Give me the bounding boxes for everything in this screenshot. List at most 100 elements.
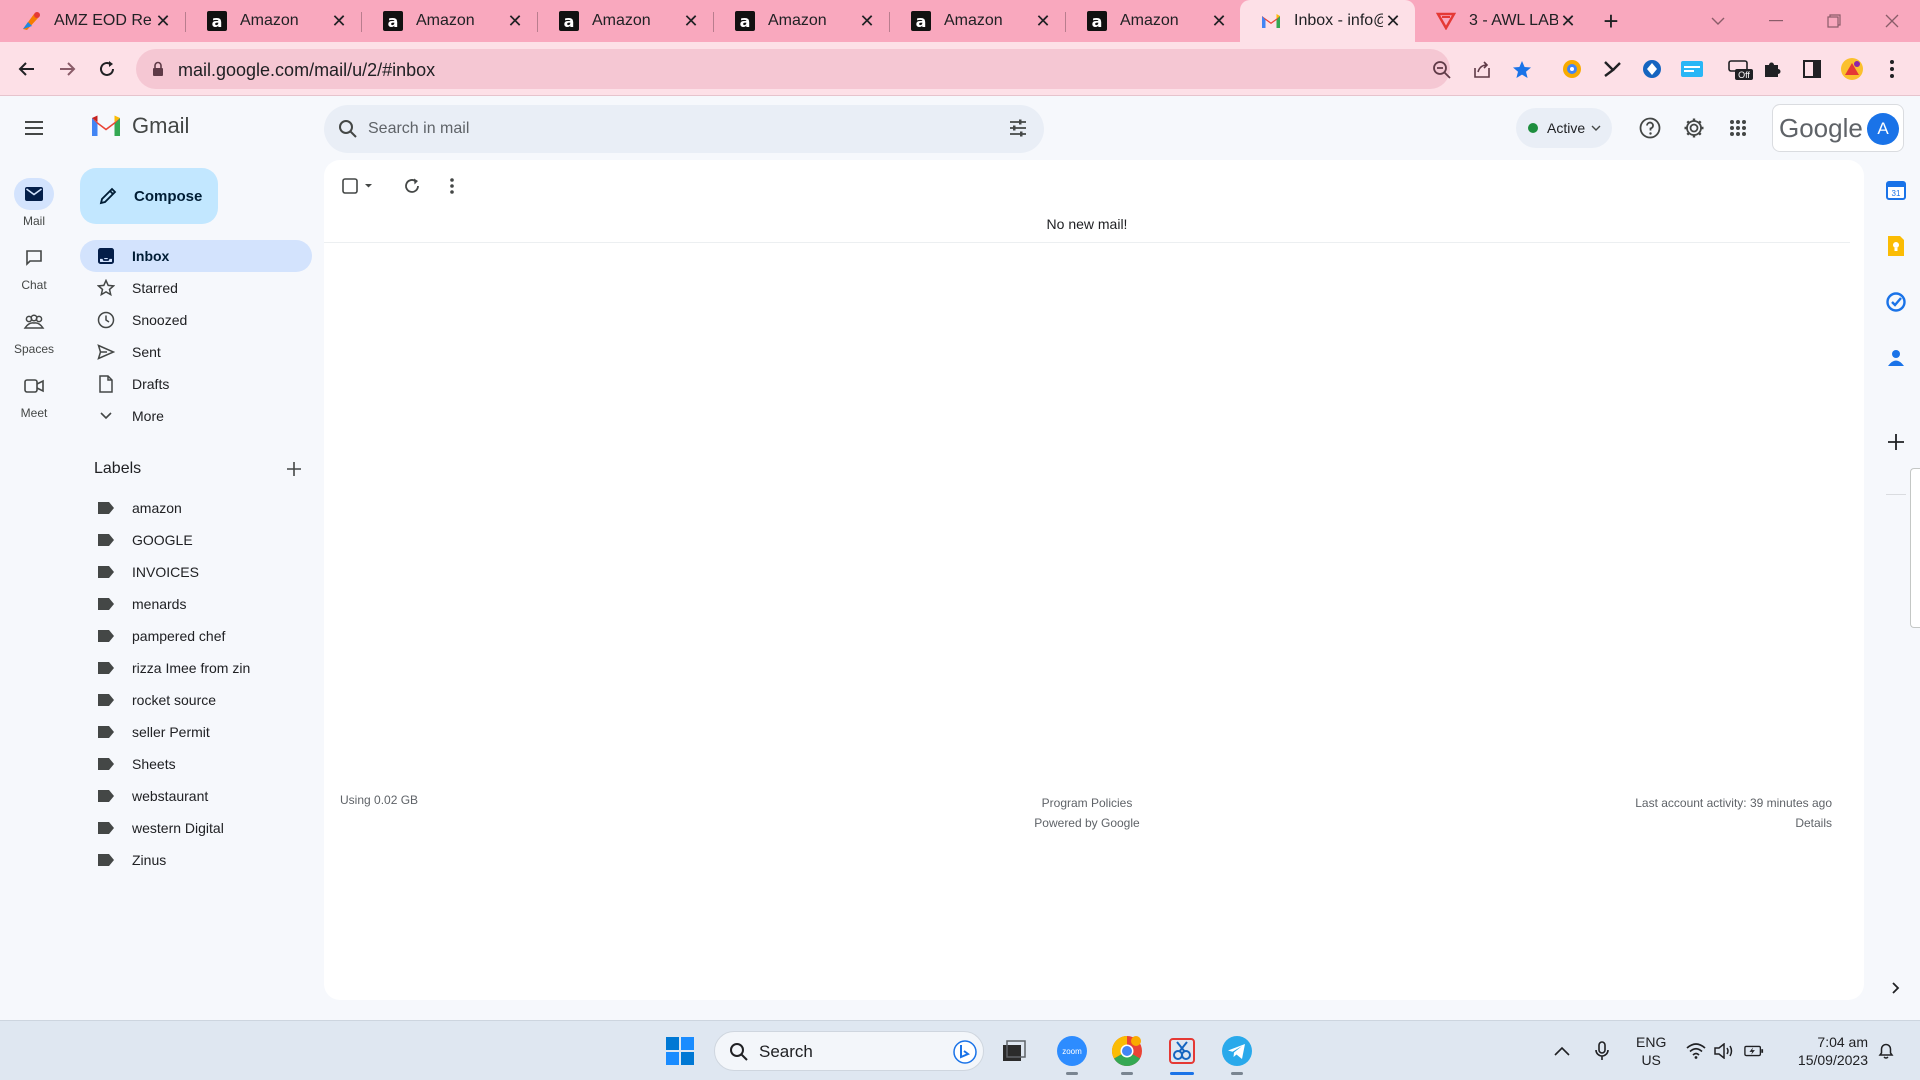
taskbar-search[interactable]: Search	[714, 1031, 984, 1071]
close-icon[interactable]: ✕	[1558, 11, 1578, 31]
refresh-icon[interactable]	[400, 174, 424, 198]
extension-arrow-icon[interactable]	[1598, 55, 1626, 83]
browser-tab-6[interactable]: a Amazon ✕	[890, 0, 1065, 42]
search-options-icon[interactable]	[1008, 118, 1028, 138]
browser-tab-2[interactable]: a Amazon ✕	[186, 0, 361, 42]
minimize-button[interactable]	[1748, 0, 1804, 42]
status-selector[interactable]: Active	[1516, 108, 1612, 148]
tasks-icon[interactable]	[1884, 290, 1908, 314]
details-link[interactable]: Details	[1635, 813, 1832, 833]
close-icon[interactable]: ✕	[1033, 11, 1053, 31]
rail-item-meet[interactable]: Meet	[0, 370, 68, 420]
label-item[interactable]: Sheets	[80, 750, 312, 778]
side-panel-icon[interactable]	[1798, 55, 1826, 83]
nav-item-starred[interactable]: Starred	[80, 272, 312, 304]
chrome-icon[interactable]	[1109, 1033, 1145, 1069]
label-item[interactable]: pampered chef	[80, 622, 312, 650]
label-item[interactable]: amazon	[80, 494, 312, 522]
browser-tab-7[interactable]: a Amazon ✕	[1066, 0, 1241, 42]
back-button[interactable]	[9, 51, 45, 87]
contacts-icon[interactable]	[1884, 346, 1908, 370]
browser-tab-8-active[interactable]: Inbox - info@ ✕	[1240, 0, 1415, 42]
gmail-logo[interactable]: Gmail	[90, 113, 189, 139]
close-icon[interactable]: ✕	[857, 11, 877, 31]
nav-item-snoozed[interactable]: Snoozed	[80, 304, 312, 336]
extension-color-icon[interactable]	[1558, 55, 1586, 83]
select-all-checkbox[interactable]	[340, 174, 378, 198]
volume-icon[interactable]	[1714, 1041, 1734, 1061]
label-item[interactable]: Zinus	[80, 846, 312, 874]
windows-start-icon[interactable]	[662, 1033, 698, 1069]
tray-chevron-up-icon[interactable]	[1552, 1041, 1572, 1061]
add-label-icon[interactable]	[284, 459, 304, 479]
nav-item-more[interactable]: More	[80, 400, 312, 432]
task-view-icon[interactable]	[996, 1033, 1032, 1069]
close-icon[interactable]: ✕	[1209, 11, 1229, 31]
notification-icon[interactable]	[1876, 1041, 1896, 1061]
bookmark-star-icon[interactable]	[1510, 58, 1534, 82]
label-item[interactable]: seller Permit	[80, 718, 312, 746]
browser-tab-1[interactable]: AMZ EOD Re ✕	[0, 0, 185, 42]
snipping-tool-icon[interactable]	[1164, 1033, 1200, 1069]
label-item[interactable]: rizza Imee from zin	[80, 654, 312, 682]
rail-item-chat[interactable]: Chat	[0, 242, 68, 292]
tab-search-icon[interactable]	[1690, 0, 1746, 42]
label-item[interactable]: INVOICES	[80, 558, 312, 586]
share-icon[interactable]	[1470, 58, 1494, 82]
account-button[interactable]: Google A	[1772, 104, 1904, 152]
bing-icon[interactable]	[953, 1040, 977, 1064]
search-icon[interactable]	[338, 119, 358, 139]
extension-shield-icon[interactable]	[1638, 55, 1666, 83]
keep-icon[interactable]	[1884, 234, 1908, 258]
browser-menu-icon[interactable]	[1878, 55, 1906, 83]
microphone-icon[interactable]	[1592, 1041, 1612, 1061]
rail-item-mail[interactable]: Mail	[0, 178, 68, 228]
zoom-app-icon[interactable]: zoom	[1054, 1033, 1090, 1069]
label-item[interactable]: menards	[80, 590, 312, 618]
label-item[interactable]: rocket source	[80, 686, 312, 714]
program-policies-link[interactable]: Program Policies	[324, 793, 1850, 813]
new-tab-button[interactable]: +	[1597, 6, 1625, 36]
help-icon[interactable]	[1636, 114, 1664, 142]
extension-off-icon[interactable]: Off	[1722, 55, 1758, 83]
battery-icon[interactable]	[1744, 1041, 1764, 1061]
close-window-button[interactable]	[1864, 0, 1920, 42]
browser-tab-9[interactable]: 3 - AWL LABE ✕	[1415, 0, 1590, 42]
browser-tab-3[interactable]: a Amazon ✕	[362, 0, 537, 42]
apps-grid-icon[interactable]	[1724, 114, 1752, 142]
profile-avatar-icon[interactable]	[1838, 55, 1866, 83]
rail-item-spaces[interactable]: Spaces	[0, 306, 68, 356]
close-icon[interactable]: ✕	[329, 11, 349, 31]
language-indicator[interactable]: ENG US	[1636, 1033, 1666, 1069]
address-bar[interactable]: mail.google.com/mail/u/2/#inbox	[136, 49, 1531, 89]
label-item[interactable]: GOOGLE	[80, 526, 312, 554]
close-icon[interactable]: ✕	[1383, 11, 1403, 31]
browser-tab-5[interactable]: a Amazon ✕	[714, 0, 889, 42]
telegram-icon[interactable]	[1219, 1033, 1255, 1069]
add-addon-icon[interactable]	[1884, 430, 1908, 454]
chevron-right-icon[interactable]	[1884, 976, 1908, 1000]
label-item[interactable]: western Digital	[80, 814, 312, 842]
nav-item-sent[interactable]: Sent	[80, 336, 312, 368]
close-icon[interactable]: ✕	[681, 11, 701, 31]
side-panel-handle[interactable]	[1910, 468, 1920, 628]
extensions-puzzle-icon[interactable]	[1758, 55, 1786, 83]
close-icon[interactable]: ✕	[153, 11, 173, 31]
extension-fba-icon[interactable]	[1678, 55, 1706, 83]
compose-button[interactable]: Compose	[80, 168, 218, 224]
zoom-out-icon[interactable]	[1430, 58, 1454, 82]
search-input[interactable]	[368, 115, 968, 143]
settings-gear-icon[interactable]	[1680, 114, 1708, 142]
browser-tab-4[interactable]: a Amazon ✕	[538, 0, 713, 42]
taskbar-clock[interactable]: 7:04 am 15/09/2023	[1784, 1033, 1868, 1069]
wifi-icon[interactable]	[1686, 1041, 1706, 1061]
close-icon[interactable]: ✕	[505, 11, 525, 31]
more-options-icon[interactable]	[440, 174, 464, 198]
restore-button[interactable]	[1806, 0, 1862, 42]
nav-item-inbox[interactable]: Inbox	[80, 240, 312, 272]
reload-button[interactable]	[89, 51, 125, 87]
forward-button[interactable]	[49, 51, 85, 87]
calendar-icon[interactable]: 31	[1884, 178, 1908, 202]
label-item[interactable]: webstaurant	[80, 782, 312, 810]
nav-item-drafts[interactable]: Drafts	[80, 368, 312, 400]
